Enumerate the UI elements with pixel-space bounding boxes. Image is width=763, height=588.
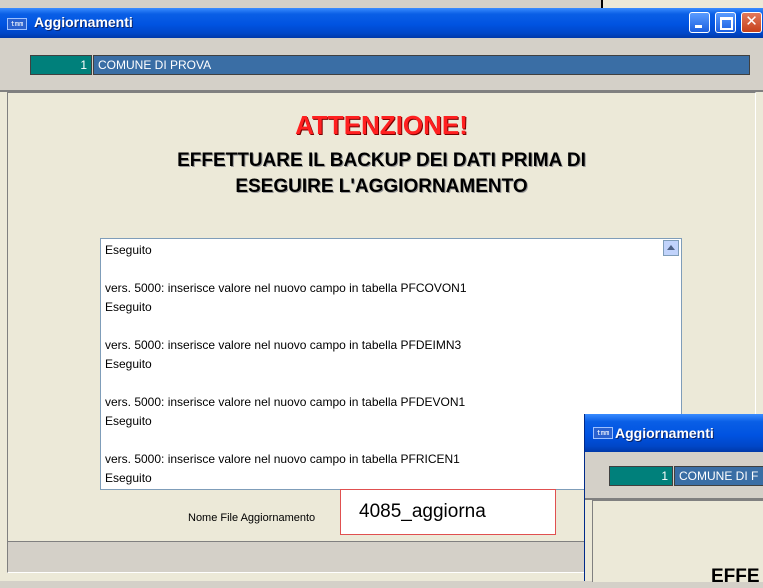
log-line: vers. 5000: inserisce valore nel nuovo c…: [105, 338, 462, 352]
app-icon[interactable]: tmm: [7, 18, 27, 30]
entity-header: 1 COMUNE DI PROVA: [0, 38, 763, 92]
log-line: Eseguito: [105, 357, 152, 371]
log-line: Eseguito: [105, 414, 152, 428]
app-icon[interactable]: tmm: [593, 427, 613, 439]
chevron-up-icon: [667, 245, 675, 250]
log-line: vers. 5000: inserisce valore nel nuovo c…: [105, 281, 467, 295]
file-name-label: Nome File Aggiornamento: [188, 512, 316, 524]
backup-warning: EFFETTUARE IL BACKUP DEI DATI PRIMA DI E…: [0, 148, 763, 200]
second-aggiornamenti-window[interactable]: tmm Aggiornamenti 1 COMUNE DI F: [584, 414, 763, 582]
close-button[interactable]: ✕: [741, 12, 762, 33]
log-line: vers. 5000: inserisce valore nel nuovo c…: [105, 452, 460, 466]
maximize-icon: [720, 17, 733, 30]
file-name-input[interactable]: 4085_aggiorna: [340, 489, 556, 535]
close-icon: ✕: [745, 12, 758, 30]
second-title-bar[interactable]: tmm Aggiornamenti: [585, 414, 763, 452]
second-window-title: Aggiornamenti: [615, 425, 714, 441]
minimize-icon: [695, 25, 702, 28]
second-entity-name-field[interactable]: COMUNE DI F: [674, 466, 763, 486]
log-line: Eseguito: [105, 471, 152, 485]
entity-code-field[interactable]: 1: [30, 55, 92, 75]
window-title: Aggiornamenti: [34, 14, 133, 30]
maximize-button[interactable]: [715, 12, 736, 33]
background-window-edge: [601, 0, 763, 8]
log-line: Eseguito: [105, 243, 152, 257]
log-line: vers. 5000: inserisce valore nel nuovo c…: [105, 395, 466, 409]
log-line: Eseguito: [105, 300, 152, 314]
second-partial-warning: EFFE: [711, 566, 760, 587]
title-bar[interactable]: tmm Aggiornamenti ✕: [0, 8, 763, 38]
warning-line-2: ESEGUIRE L'AGGIORNAMENTO: [235, 176, 528, 197]
warning-line-1: EFFETTUARE IL BACKUP DEI DATI PRIMA DI: [177, 150, 586, 171]
entity-name-field[interactable]: COMUNE DI PROVA: [93, 55, 750, 75]
scroll-up-button[interactable]: [663, 240, 679, 256]
second-entity-header: 1 COMUNE DI F: [585, 452, 763, 500]
log-content: Eseguito vers. 5000: inserisce valore ne…: [105, 241, 655, 488]
attention-title: ATTENZIONE!: [295, 110, 468, 140]
second-entity-code-field[interactable]: 1: [609, 466, 673, 486]
minimize-button[interactable]: [689, 12, 710, 33]
